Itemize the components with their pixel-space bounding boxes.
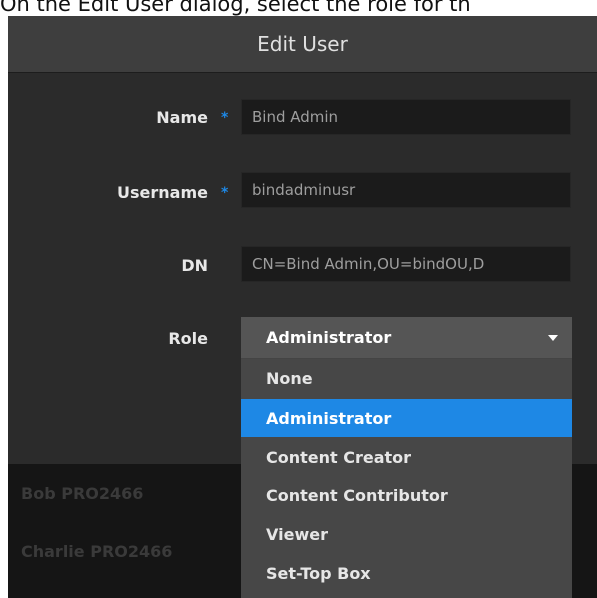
role-select[interactable]: Administrator [241, 317, 572, 359]
role-option-content-creator[interactable]: Content Creator [241, 438, 572, 476]
role-label: Role [168, 329, 208, 348]
role-option-viewer[interactable]: Viewer [241, 515, 572, 553]
list-item[interactable]: Charlie PRO2466 [21, 542, 172, 561]
list-item[interactable]: Bob PRO2466 [21, 484, 143, 503]
chevron-down-icon[interactable] [548, 335, 558, 341]
name-label: Name [156, 108, 208, 127]
role-option-administrator[interactable]: Administrator [241, 399, 572, 437]
role-dropdown-menu: None Administrator Content Creator Conte… [241, 359, 572, 598]
dn-label: DN [181, 256, 208, 275]
role-option-none[interactable]: None [241, 359, 572, 397]
role-option-set-top-box[interactable]: Set-Top Box [241, 554, 572, 592]
username-field[interactable]: bindadminusr [241, 172, 571, 208]
dn-field[interactable]: CN=Bind Admin,OU=bindOU,D [241, 246, 571, 282]
required-mark-icon: * [221, 185, 229, 201]
edit-user-dialog: Edit User Name * Bind Admin Username * b… [8, 16, 597, 598]
screenshot: On the Edit User dialog, select the role… [0, 0, 597, 598]
required-mark-icon: * [221, 110, 229, 126]
dialog-title: Edit User [257, 32, 348, 56]
role-option-content-contributor[interactable]: Content Contributor [241, 476, 572, 514]
name-field[interactable]: Bind Admin [241, 99, 571, 135]
role-selected-value: Administrator [266, 328, 392, 347]
dialog-header: Edit User [8, 16, 597, 73]
username-label: Username [117, 183, 208, 202]
